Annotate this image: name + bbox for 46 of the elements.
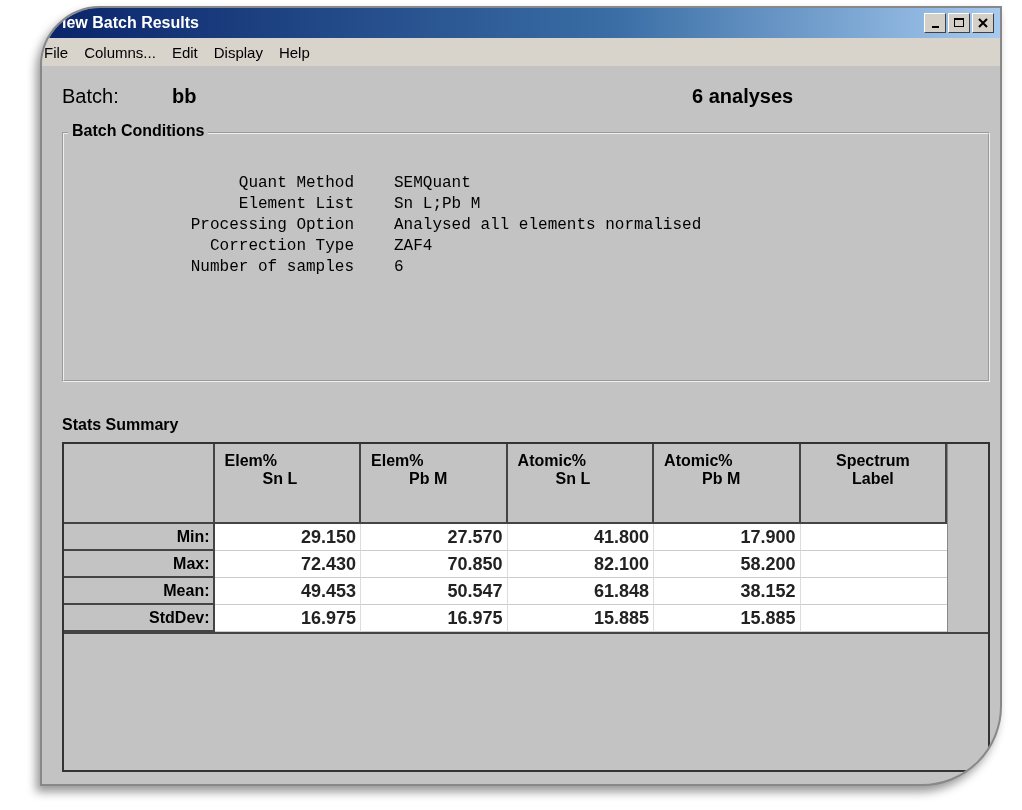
maximize-button[interactable] <box>948 13 970 33</box>
row-header: Min: <box>64 524 215 551</box>
window-title: iew Batch Results <box>62 14 199 32</box>
batch-label: Batch: <box>62 84 120 108</box>
table-cell: 41.800 <box>507 524 655 551</box>
close-button[interactable] <box>972 13 994 33</box>
row-header: Mean: <box>64 578 215 605</box>
menu-item[interactable]: File <box>44 43 69 61</box>
condition-label: Element List <box>237 195 354 213</box>
condition-value: SEMQuant <box>394 174 472 192</box>
table-cell: 72.430 <box>214 551 362 578</box>
table-cell: 49.453 <box>214 578 362 605</box>
table-cell: 27.570 <box>361 524 508 551</box>
table-cell: 61.848 <box>507 578 655 605</box>
maximize-icon <box>953 17 965 29</box>
table-cell: 50.547 <box>361 578 508 605</box>
condition-label: Quant Method <box>237 174 354 192</box>
condition-label: Number of samples <box>189 258 354 276</box>
row-header: StdDev: <box>64 605 215 632</box>
close-icon <box>977 17 989 29</box>
minimize-icon <box>931 26 939 28</box>
table-cell: 70.850 <box>361 551 508 578</box>
table-cell: 82.100 <box>507 551 655 578</box>
section-title: Stats Summary <box>62 416 180 434</box>
condition-value: Analysed all elements normalised <box>394 216 703 234</box>
condition-label: Processing Option <box>189 216 354 234</box>
row-header: Max: <box>64 551 215 578</box>
menu-item[interactable]: Columns... <box>84 43 156 61</box>
table-cell: 38.152 <box>654 578 801 605</box>
condition-label: Correction Type <box>208 237 354 255</box>
table-cell: 29.150 <box>214 524 362 551</box>
analyses-count: 6 analyses <box>692 84 794 108</box>
table-cell: 15.885 <box>507 605 655 632</box>
table-cell: 15.885 <box>654 605 801 632</box>
minimize-button[interactable] <box>924 13 946 33</box>
menu-item[interactable]: Display <box>213 43 263 61</box>
condition-value: Sn L;Pb M <box>394 195 482 213</box>
menu-item[interactable]: Edit <box>171 43 198 61</box>
condition-value: 6 <box>394 258 405 276</box>
table-cell: 17.900 <box>654 524 801 551</box>
table-cell: 58.200 <box>654 551 801 578</box>
condition-value: ZAF4 <box>394 237 434 255</box>
batch-name: bb <box>172 84 198 108</box>
table-cell: 16.975 <box>361 605 508 632</box>
menu-item[interactable]: Help <box>278 43 310 61</box>
table-cell: 16.975 <box>214 605 362 632</box>
